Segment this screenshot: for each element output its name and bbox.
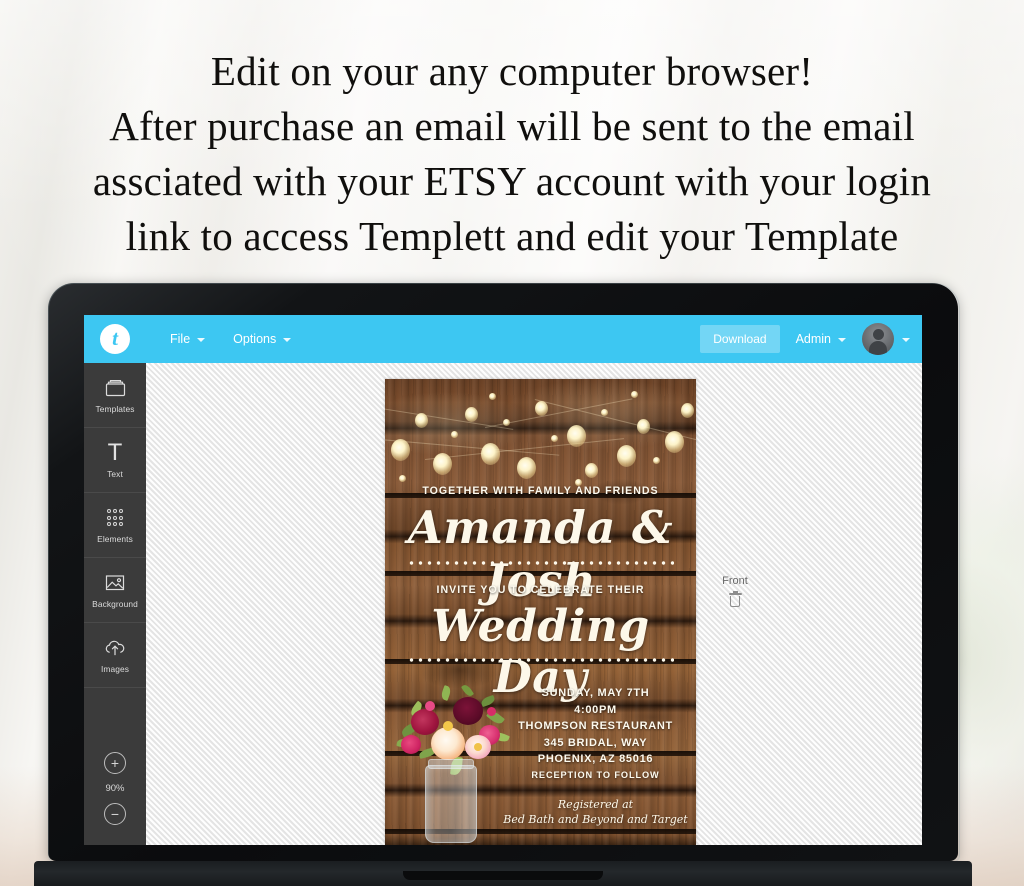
- grid-dots-icon: [103, 507, 127, 529]
- sidebar-item-text-label: Text: [107, 468, 123, 479]
- page-label-front: Front: [722, 575, 748, 587]
- string-lights: [385, 379, 696, 497]
- menu-options[interactable]: Options: [219, 315, 305, 363]
- sidebar-item-images-label: Images: [100, 663, 130, 674]
- download-button[interactable]: Download: [700, 325, 780, 353]
- upload-cloud-icon: [103, 637, 127, 659]
- app-toolbar: t File Options Download Admin: [84, 315, 922, 363]
- invitation-invite-line[interactable]: Invite you to celebrate their: [385, 584, 696, 596]
- invitation-intro[interactable]: Together with Family and Friends: [385, 485, 696, 497]
- admin-menu[interactable]: Admin: [780, 332, 862, 346]
- chevron-down-icon: [283, 338, 292, 342]
- chevron-down-icon[interactable]: [902, 338, 910, 342]
- zoom-controls: + 90% −: [84, 752, 146, 845]
- zoom-out-button[interactable]: −: [104, 803, 126, 825]
- sidebar-item-background[interactable]: Background: [84, 558, 146, 623]
- invitation-details[interactable]: Sunday, May 7th 4:00PM Thompson Restaura…: [503, 685, 688, 768]
- text-t-icon: T: [107, 438, 123, 466]
- headline-line-2: After purchase an email will be sent to …: [109, 103, 915, 149]
- templett-logo-icon: t: [100, 324, 130, 354]
- headline-block: Edit on your any computer browser! After…: [0, 44, 1024, 264]
- folder-icon: [103, 377, 127, 399]
- detail-line: Phoenix, AZ 85016: [537, 753, 654, 765]
- app-screen: t File Options Download Admin Templates …: [84, 315, 922, 845]
- floral-bouquet-graphic[interactable]: [395, 683, 513, 843]
- page-thumbnail-label: Front: [712, 575, 758, 608]
- invitation-card[interactable]: Together with Family and Friends Amanda …: [385, 379, 696, 845]
- registry-intro: Registered at: [557, 798, 634, 811]
- work-area: Templates T Text Elements Background Ima…: [84, 363, 922, 845]
- invitation-reception[interactable]: Reception to follow: [503, 770, 688, 780]
- headline-line-3: assciated with your ETSY account with yo…: [92, 158, 932, 204]
- zoom-level-label: 90%: [105, 783, 125, 794]
- detail-line: 4:00PM: [574, 703, 617, 716]
- dotted-divider: [407, 658, 674, 662]
- design-canvas[interactable]: Together with Family and Friends Amanda …: [146, 363, 922, 845]
- headline-line-1: Edit on your any computer browser!: [210, 48, 814, 94]
- sidebar-item-background-label: Background: [92, 598, 138, 609]
- zoom-in-button[interactable]: +: [104, 752, 126, 774]
- admin-menu-label: Admin: [795, 332, 831, 346]
- sidebar-item-elements[interactable]: Elements: [84, 493, 146, 558]
- sidebar-item-images[interactable]: Images: [84, 623, 146, 688]
- menu-file[interactable]: File: [156, 315, 219, 363]
- mason-jar: [425, 759, 477, 843]
- sidebar-item-text[interactable]: T Text: [84, 428, 146, 493]
- chevron-down-icon: [197, 338, 206, 342]
- sidebar-item-templates-label: Templates: [95, 403, 135, 414]
- app-logo[interactable]: t: [84, 315, 146, 363]
- left-sidebar: Templates T Text Elements Background Ima…: [84, 363, 146, 845]
- registry-stores: Bed Bath and Beyond and Target: [503, 813, 688, 826]
- avatar[interactable]: [862, 323, 894, 355]
- sidebar-item-elements-label: Elements: [97, 533, 133, 544]
- menu-file-label: File: [170, 332, 191, 346]
- laptop-mockup: t File Options Download Admin Templates …: [34, 283, 972, 886]
- invitation-registry[interactable]: Registered at Bed Bath and Beyond and Ta…: [503, 797, 688, 827]
- menu-options-label: Options: [233, 332, 277, 346]
- detail-line: Thompson Restaurant: [518, 720, 673, 732]
- trash-icon[interactable]: [728, 591, 742, 608]
- sidebar-item-templates[interactable]: Templates: [84, 363, 146, 428]
- image-icon: [103, 572, 127, 594]
- chevron-down-icon: [838, 338, 846, 342]
- detail-line: Sunday, May 7th: [541, 687, 650, 699]
- headline-line-4: link to access Templett and edit your Te…: [125, 213, 899, 259]
- laptop-base-notch: [403, 871, 603, 880]
- detail-line: 345 Bridal, Way: [543, 736, 648, 749]
- dotted-divider: [407, 561, 674, 565]
